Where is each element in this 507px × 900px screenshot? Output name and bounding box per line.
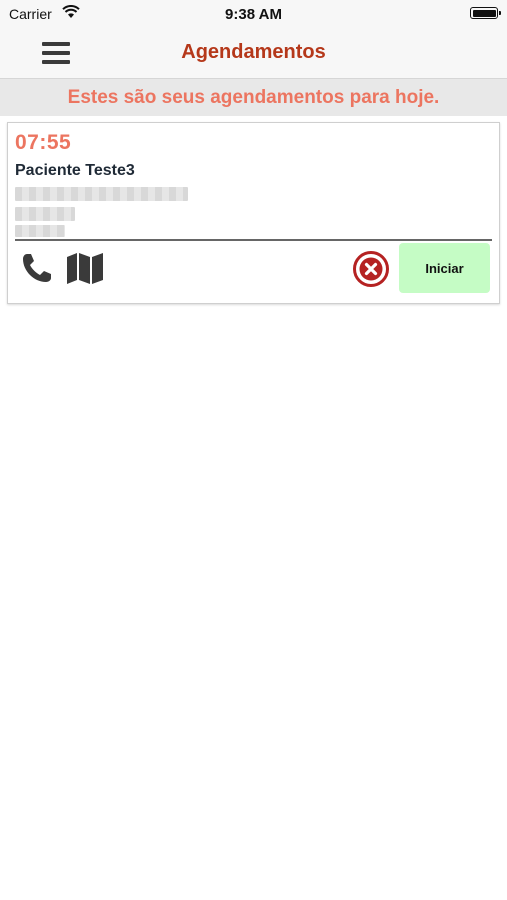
status-bar: Carrier 9:38 AM: [0, 0, 507, 28]
card-divider: [15, 239, 492, 241]
status-time: 9:38 AM: [225, 6, 282, 23]
map-icon[interactable]: [66, 251, 104, 285]
redacted-address-line: [15, 187, 188, 201]
redacted-address-line: [15, 225, 65, 237]
redacted-address-line: [15, 207, 75, 221]
page-title: Agendamentos: [181, 41, 326, 63]
battery-icon: [470, 7, 501, 19]
appointment-card[interactable]: 07:55 Paciente Teste3 Iniciar: [7, 122, 500, 304]
phone-icon[interactable]: [20, 251, 54, 285]
info-banner: Estes são seus agendamentos para hoje.: [0, 79, 507, 116]
navigation-bar: Agendamentos: [0, 28, 507, 79]
appointment-time: 07:55: [15, 131, 72, 154]
start-appointment-button[interactable]: Iniciar: [399, 243, 490, 293]
cancel-circle-icon[interactable]: [352, 250, 390, 288]
patient-name: Paciente Teste3: [15, 162, 135, 179]
